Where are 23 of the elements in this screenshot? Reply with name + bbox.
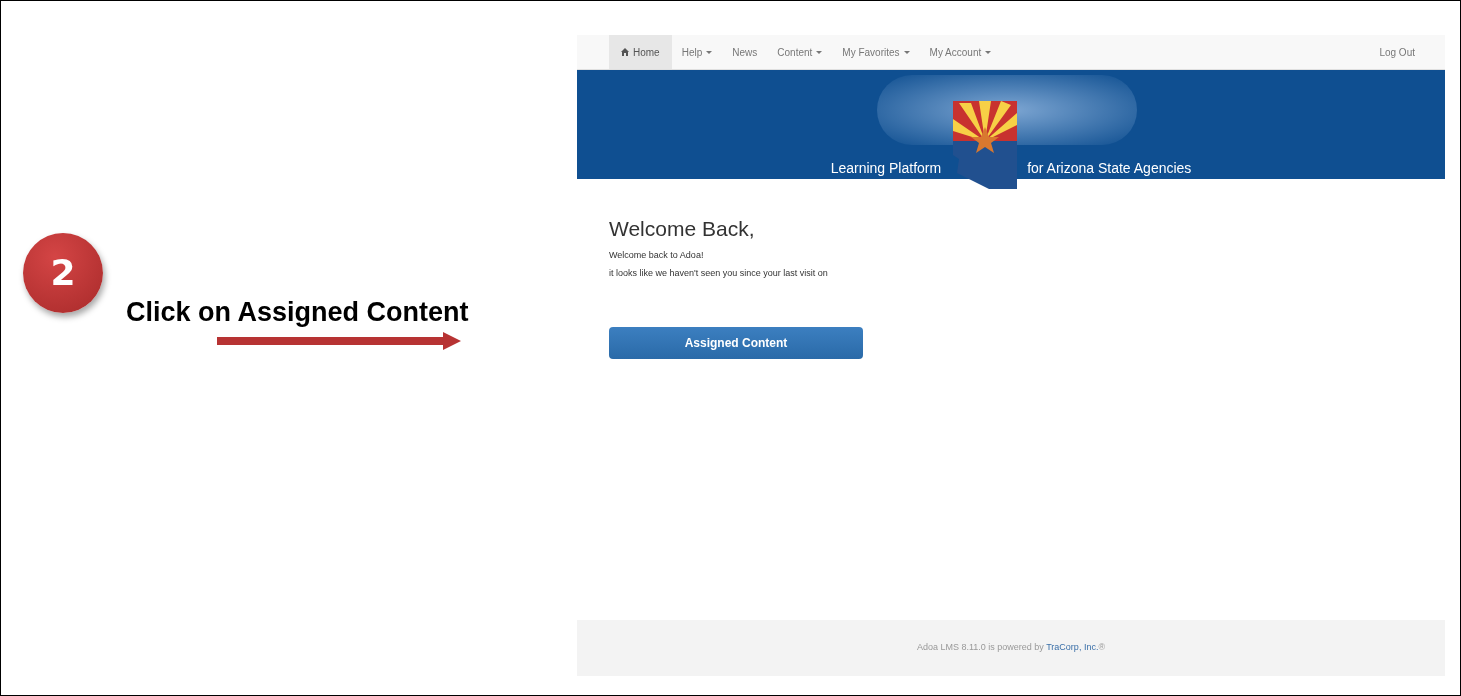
tracorp-link[interactable]: TraCorp, Inc.	[1046, 642, 1099, 653]
home-icon	[621, 48, 629, 56]
banner-title: Learning Platform	[830, 158, 942, 178]
welcome-heading: Welcome Back,	[609, 216, 756, 242]
welcome-text: it looks like we haven't seen you since your last visit on	[609, 267, 829, 280]
caret-icon	[816, 50, 823, 54]
assigned-content-button[interactable]: Assigned Content	[609, 326, 863, 359]
caret-icon	[706, 50, 713, 54]
nav-tab[interactable]: Help	[671, 35, 723, 69]
nav-tab[interactable]: Content	[767, 35, 833, 69]
nav-tab[interactable]: My Favorites	[832, 35, 920, 69]
nav-tab[interactable]: Home	[609, 35, 672, 69]
instruction-text: Click on Assigned Content	[126, 296, 469, 329]
nav-tab[interactable]: News	[722, 35, 768, 69]
caret-icon	[985, 50, 992, 54]
nav-tab[interactable]: My Account	[919, 35, 1002, 69]
arrow-icon	[217, 332, 461, 350]
footer-text: Adoa LMS 8.11.0 is powered by TraCorp, Inc.®	[916, 641, 1106, 655]
step-number-badge: 2	[23, 233, 103, 313]
banner-subtitle: for Arizona State Agencies	[1027, 158, 1192, 178]
welcome-text: Welcome back to Adoa!	[609, 248, 705, 262]
caret-icon	[903, 50, 910, 54]
log-out-link[interactable]: Log Out	[1379, 35, 1415, 69]
